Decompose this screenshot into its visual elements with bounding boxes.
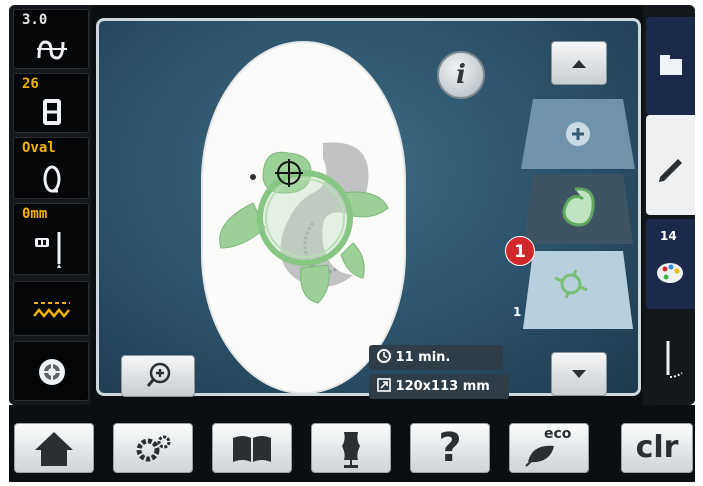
bobbin-button[interactable]	[13, 341, 89, 401]
eco-button[interactable]: eco	[509, 423, 589, 473]
info-button[interactable]: i	[437, 51, 485, 99]
settings-button[interactable]	[113, 423, 193, 473]
clear-button[interactable]: clr	[621, 423, 693, 473]
arrow-up-icon	[572, 60, 586, 68]
home-icon	[35, 432, 73, 466]
needle-offset-button[interactable]: 0mm	[13, 203, 89, 275]
oval-hoop-icon	[14, 164, 90, 198]
clock-icon	[377, 349, 391, 363]
tab-stitch[interactable]	[646, 311, 695, 401]
stitch-width-button[interactable]: 3.0	[13, 9, 89, 69]
color-count: 14	[660, 229, 677, 243]
dress-form-icon	[342, 432, 360, 468]
hoop-rect-icon	[14, 98, 90, 130]
size-badge: 120x113 mm	[369, 374, 509, 399]
turtle-design-preview[interactable]	[203, 43, 404, 392]
resize-icon	[377, 378, 391, 392]
bottom-bar: ? eco clr	[0, 405, 703, 486]
help-button[interactable]: ?	[410, 423, 490, 473]
time-label: 11 min.	[395, 350, 451, 365]
hoop-select-button[interactable]: Oval	[13, 137, 89, 199]
right-sidebar: 14	[643, 5, 695, 405]
folder-icon	[660, 55, 682, 75]
device-frame: 3.0 26 Oval 0mm i 1 1 11 min. 120x113 mm…	[0, 0, 703, 486]
zigzag-stitch-icon	[14, 298, 90, 324]
stitch-type-button[interactable]	[13, 281, 89, 336]
embroidery-edit-area: i 1 1 11 min. 120x113 mm	[96, 18, 641, 399]
layer-background-motif[interactable]	[523, 174, 633, 244]
gears-icon	[136, 435, 171, 462]
home-button[interactable]	[14, 423, 94, 473]
layer-turtle[interactable]	[523, 251, 633, 329]
needle-position-icon	[14, 230, 90, 274]
touch-screen: 3.0 26 Oval 0mm i 1 1 11 min. 120x113 mm…	[9, 5, 695, 405]
tab-edit[interactable]	[646, 115, 695, 215]
left-sidebar: 3.0 26 Oval 0mm	[9, 5, 91, 405]
needle-icon	[666, 341, 683, 378]
offset-value: 0mm	[22, 206, 48, 222]
time-badge: 11 min.	[369, 345, 503, 370]
oval-hoop-canvas[interactable]	[201, 41, 406, 394]
pencil-icon	[659, 159, 682, 182]
zoom-in-button[interactable]	[121, 355, 195, 397]
bottom-strip: ? eco clr	[9, 405, 695, 482]
size-label: 120x113 mm	[395, 379, 490, 394]
stitch-width-icon	[14, 36, 90, 66]
tutorial-button[interactable]	[212, 423, 292, 473]
eco-label: eco	[544, 426, 572, 442]
layer-number: 1	[513, 305, 522, 319]
stitch-length-button[interactable]: 26	[13, 73, 89, 133]
hoop-label: Oval	[22, 140, 56, 156]
zoom-in-icon	[146, 362, 171, 387]
scroll-down-button[interactable]	[551, 352, 607, 396]
book-icon	[233, 436, 271, 462]
layer-add[interactable]	[521, 99, 635, 169]
callout-marker: 1	[505, 236, 535, 266]
arrow-down-icon	[572, 370, 586, 378]
creative-consultant-button[interactable]	[311, 423, 391, 473]
scroll-up-button[interactable]	[551, 41, 607, 85]
stitch-width-value: 3.0	[22, 12, 48, 28]
stitch-length-value: 26	[22, 76, 39, 92]
layer-stack	[521, 99, 635, 329]
bobbin-icon	[14, 356, 90, 392]
tab-selection[interactable]	[646, 17, 695, 115]
tab-color[interactable]: 14	[646, 219, 695, 309]
